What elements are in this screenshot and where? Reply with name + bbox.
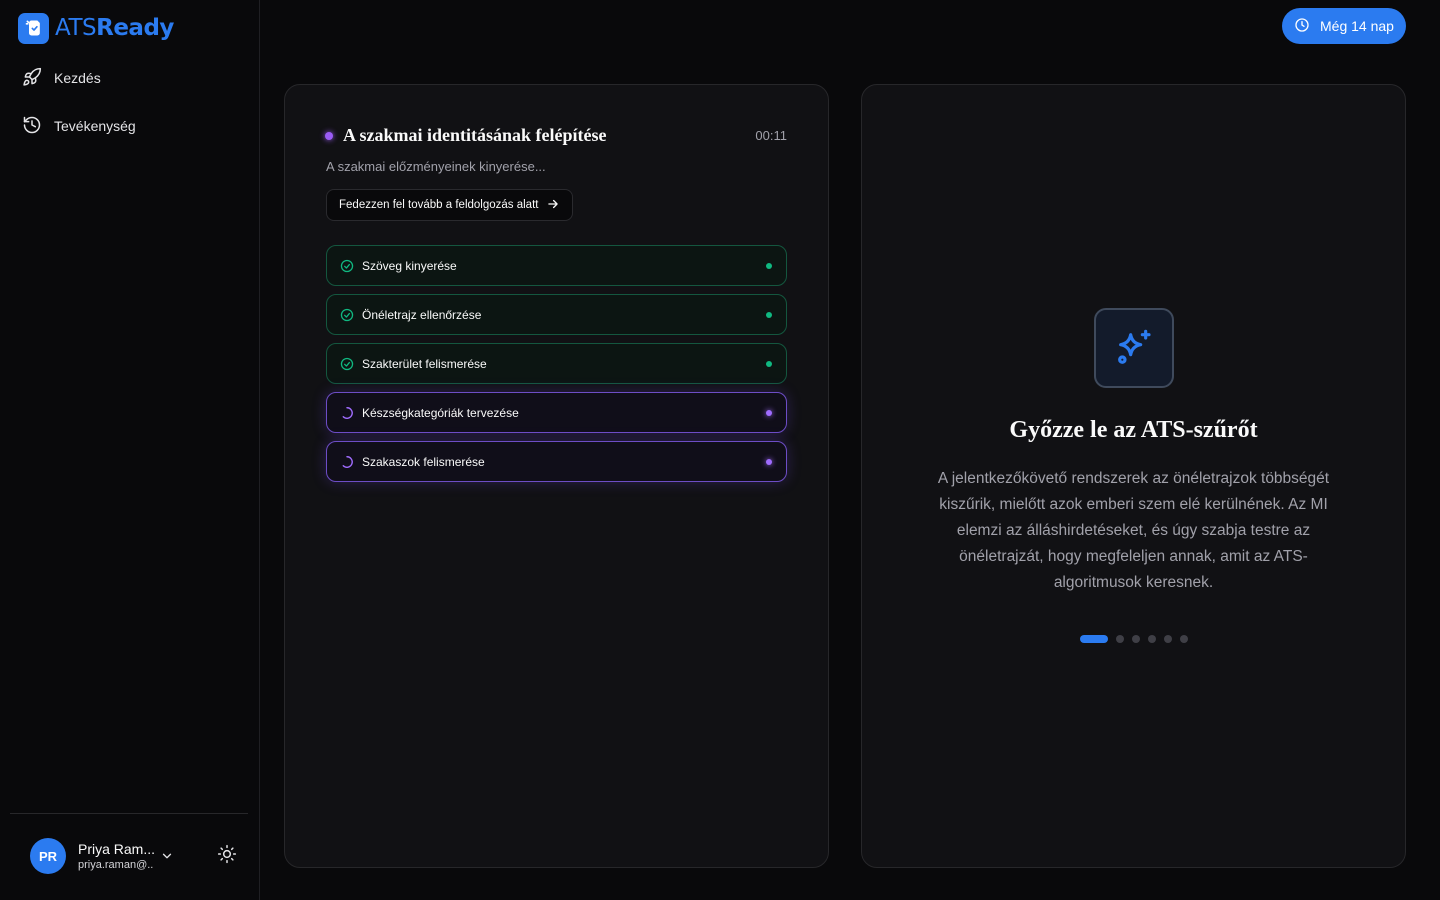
loading-spinner-icon — [340, 455, 354, 469]
check-circle-icon — [340, 308, 354, 322]
avatar: PR — [30, 838, 66, 874]
processing-indicator — [325, 131, 333, 140]
sidebar-item-kezdes[interactable]: Kezdés — [10, 60, 248, 96]
step-item: Készségkategóriák tervezése — [326, 392, 787, 433]
brand-name-part2: Ready — [96, 15, 174, 41]
sidebar: ATSReady Kezdés Tevékenység PR Priya Ram… — [0, 0, 260, 900]
step-status-dot — [766, 409, 772, 416]
sidebar-item-label: Kezdés — [54, 70, 101, 86]
brand-name: ATSReady — [55, 15, 174, 41]
sidebar-item-tevekenyseg[interactable]: Tevékenység — [10, 108, 248, 144]
user-info: Priya Ram... priya.raman@... — [78, 841, 154, 871]
step-status-dot — [766, 311, 772, 318]
processing-title: A szakmai identitásának felépítése — [343, 125, 607, 145]
loading-spinner-icon — [340, 406, 354, 420]
logo[interactable]: ATSReady — [18, 12, 174, 44]
carousel-indicators — [1080, 635, 1188, 643]
step-status-dot — [766, 458, 772, 465]
history-icon — [22, 115, 42, 138]
processing-header: A szakmai identitásának felépítése 00:11 — [325, 125, 787, 146]
step-item: Szakaszok felismerése — [326, 441, 787, 482]
carousel-dot[interactable] — [1180, 635, 1188, 643]
processing-steps: Szöveg kinyerése Önéletrajz ellenőrzése … — [326, 245, 787, 490]
processing-subtitle: A szakmai előzményeinek kinyerése... — [326, 159, 546, 174]
clock-icon — [1294, 17, 1310, 36]
chevron-down-icon[interactable] — [160, 849, 174, 863]
sidebar-item-label: Tevékenység — [54, 118, 136, 134]
step-status-dot — [766, 262, 772, 269]
trial-days-label: Még 14 nap — [1320, 18, 1394, 34]
processing-panel: A szakmai identitásának felépítése 00:11… — [284, 84, 829, 868]
check-circle-icon — [340, 357, 354, 371]
user-name: Priya Ram... — [78, 841, 154, 857]
step-item: Szakterület felismerése — [326, 343, 787, 384]
feature-title: Győzze le az ATS-szűrőt — [1009, 417, 1258, 443]
explore-button-label: Fedezzen fel tovább a feldolgozás alatt — [339, 199, 539, 211]
step-item: Szöveg kinyerése — [326, 245, 787, 286]
carousel-dot[interactable] — [1148, 635, 1156, 643]
theme-toggle-button[interactable] — [215, 844, 239, 868]
step-label: Készségkategóriák tervezése — [362, 405, 519, 420]
user-email: priya.raman@... — [78, 859, 154, 871]
step-label: Szöveg kinyerése — [362, 258, 457, 273]
sparkles-icon — [1094, 308, 1174, 388]
arrow-right-icon — [546, 197, 560, 214]
step-label: Szakterület felismerése — [362, 356, 487, 371]
carousel-dot[interactable] — [1164, 635, 1172, 643]
sidebar-divider — [10, 813, 248, 814]
rocket-icon — [22, 67, 42, 90]
explore-button[interactable]: Fedezzen fel tovább a feldolgozás alatt — [326, 189, 574, 221]
user-menu[interactable]: PR Priya Ram... priya.raman@... — [30, 838, 240, 874]
check-circle-icon — [340, 259, 354, 273]
app-root: ATSReady Kezdés Tevékenység PR Priya Ram… — [0, 0, 1440, 900]
carousel-dot[interactable] — [1080, 635, 1108, 643]
brand-name-part1: ATS — [55, 15, 97, 41]
step-item: Önéletrajz ellenőrzése — [326, 294, 787, 335]
feature-carousel: Győzze le az ATS-szűrőt A jelentkezőköve… — [861, 84, 1406, 868]
processing-timer: 00:11 — [755, 128, 787, 143]
sidebar-nav: Kezdés Tevékenység — [10, 60, 248, 156]
carousel-dot[interactable] — [1132, 635, 1140, 643]
step-status-dot — [766, 360, 772, 367]
step-label: Szakaszok felismerése — [362, 454, 485, 469]
trial-days-button[interactable]: Még 14 nap — [1282, 8, 1406, 44]
carousel-dot[interactable] — [1116, 635, 1124, 643]
step-label: Önéletrajz ellenőrzése — [362, 307, 482, 322]
logo-icon — [18, 12, 49, 44]
sun-icon — [217, 844, 237, 869]
feature-description: A jelentkezőkövető rendszerek az önéletr… — [937, 470, 1330, 591]
